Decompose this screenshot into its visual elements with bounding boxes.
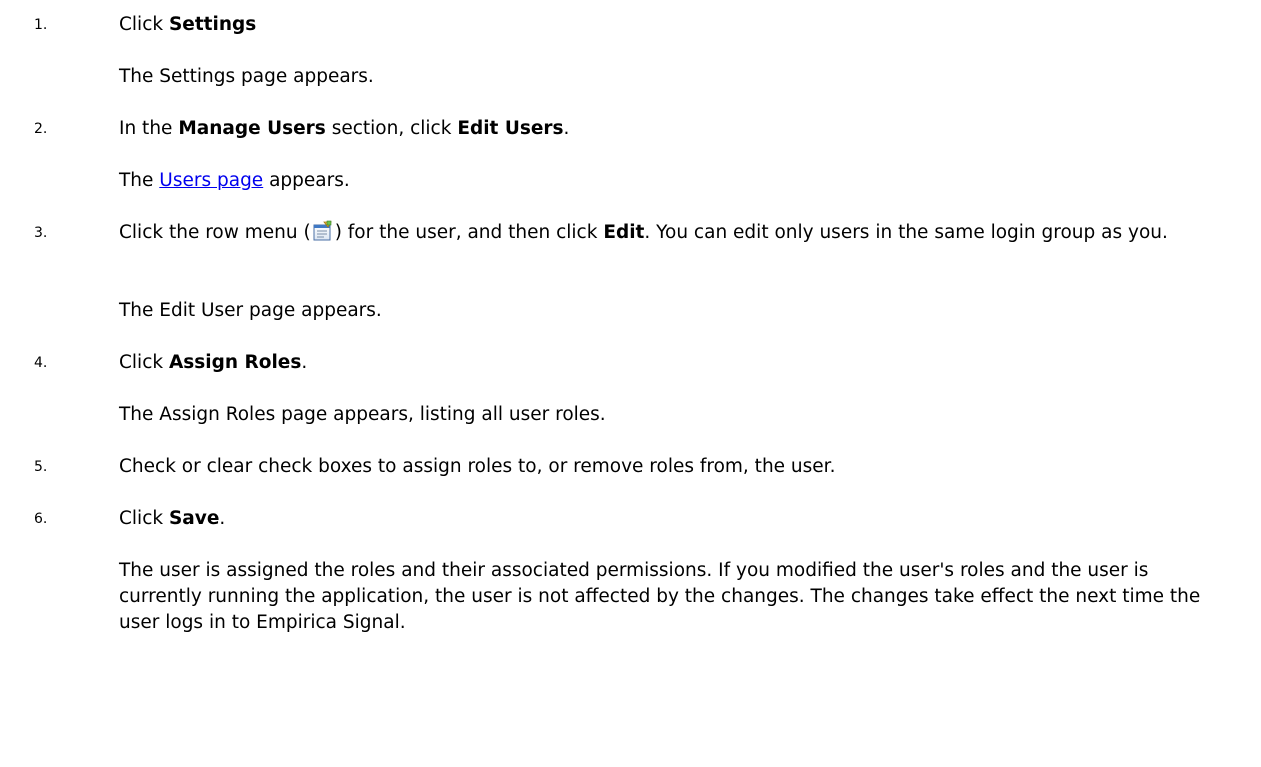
ui-term-edit-users: Edit Users <box>457 118 564 139</box>
step-6-result: The user is assigned the roles and their… <box>119 560 1201 633</box>
step-number: 6. <box>34 511 48 527</box>
ui-term-save: Save <box>168 508 220 529</box>
ui-term-assign-roles: Assign Roles <box>168 352 302 373</box>
step-4-result: The Assign Roles page appears, listing a… <box>119 404 606 425</box>
ui-term-edit: Edit <box>603 222 645 243</box>
step-number: 5. <box>34 459 48 475</box>
step-instruction: In the Manage Users section, click Edit … <box>119 118 570 139</box>
row-menu-icon <box>312 220 334 242</box>
step-number: 4. <box>34 355 48 371</box>
step-4: 4. Click Assign Roles. <box>0 350 1261 376</box>
step-number: 1. <box>34 17 48 33</box>
step-instruction: Click Save. <box>119 508 226 529</box>
step-instruction: Click the row menu ( ) for the user, and… <box>119 220 1168 243</box>
step-2-result: The Users page appears. <box>119 170 350 191</box>
users-page-link[interactable]: Users page <box>159 170 263 191</box>
step-6: 6. Click Save. <box>0 506 1261 532</box>
step-instruction: Check or clear check boxes to assign rol… <box>119 456 836 477</box>
ui-term-manage-users: Manage Users <box>178 118 326 139</box>
step-3-result: The Edit User page appears. <box>119 300 382 321</box>
step-instruction: Click Assign Roles. <box>119 352 308 373</box>
step-number: 2. <box>34 121 48 137</box>
step-5: 5. Check or clear check boxes to assign … <box>0 454 1261 480</box>
step-3: 3. Click the row menu ( ) for the user, … <box>0 220 1261 246</box>
step-1: 1. Click Settings <box>0 12 1261 38</box>
step-instruction: Click Settings <box>119 14 257 35</box>
step-number: 3. <box>34 225 48 241</box>
step-2: 2. In the Manage Users section, click Ed… <box>0 116 1261 142</box>
ui-term-settings: Settings <box>168 14 257 35</box>
step-1-result: The Settings page appears. <box>119 66 374 87</box>
